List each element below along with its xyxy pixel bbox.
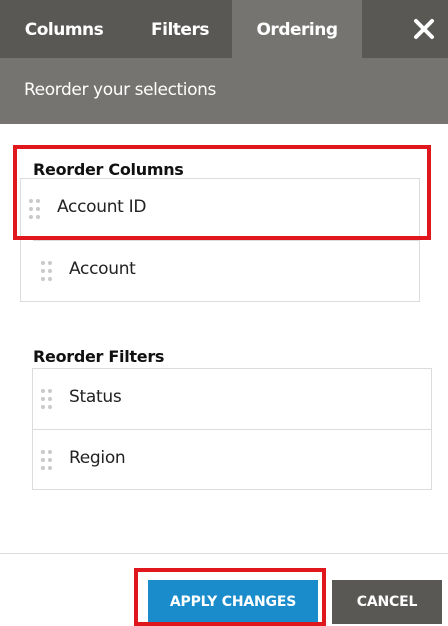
drag-handle-icon[interactable]: [41, 261, 53, 283]
close-icon: [414, 19, 434, 39]
close-button[interactable]: [410, 14, 440, 44]
drag-handle-icon[interactable]: [41, 389, 53, 411]
list-item-region[interactable]: Region: [33, 429, 431, 490]
list-item-label: Account: [69, 259, 136, 279]
reorder-filters-title: Reorder Filters: [33, 347, 165, 366]
tab-columns[interactable]: Columns: [0, 0, 128, 58]
subheader-text: Reorder your selections: [24, 80, 216, 100]
highlight-box-apply: [134, 568, 326, 626]
subheader: Reorder your selections: [0, 58, 448, 124]
drag-handle-icon[interactable]: [41, 450, 53, 472]
list-item-label: Status: [69, 387, 122, 407]
reorder-filters-list: Status Region: [32, 368, 432, 490]
highlight-box-columns: [13, 145, 431, 240]
list-item-account[interactable]: Account: [33, 240, 419, 301]
cancel-button[interactable]: CANCEL: [332, 580, 442, 624]
tab-bar: Columns Filters Ordering: [0, 0, 448, 58]
list-item-status[interactable]: Status: [33, 369, 431, 429]
tab-ordering[interactable]: Ordering: [232, 0, 362, 58]
tab-filters[interactable]: Filters: [128, 0, 232, 58]
footer-divider: [0, 553, 448, 554]
list-item-label: Region: [69, 448, 126, 468]
